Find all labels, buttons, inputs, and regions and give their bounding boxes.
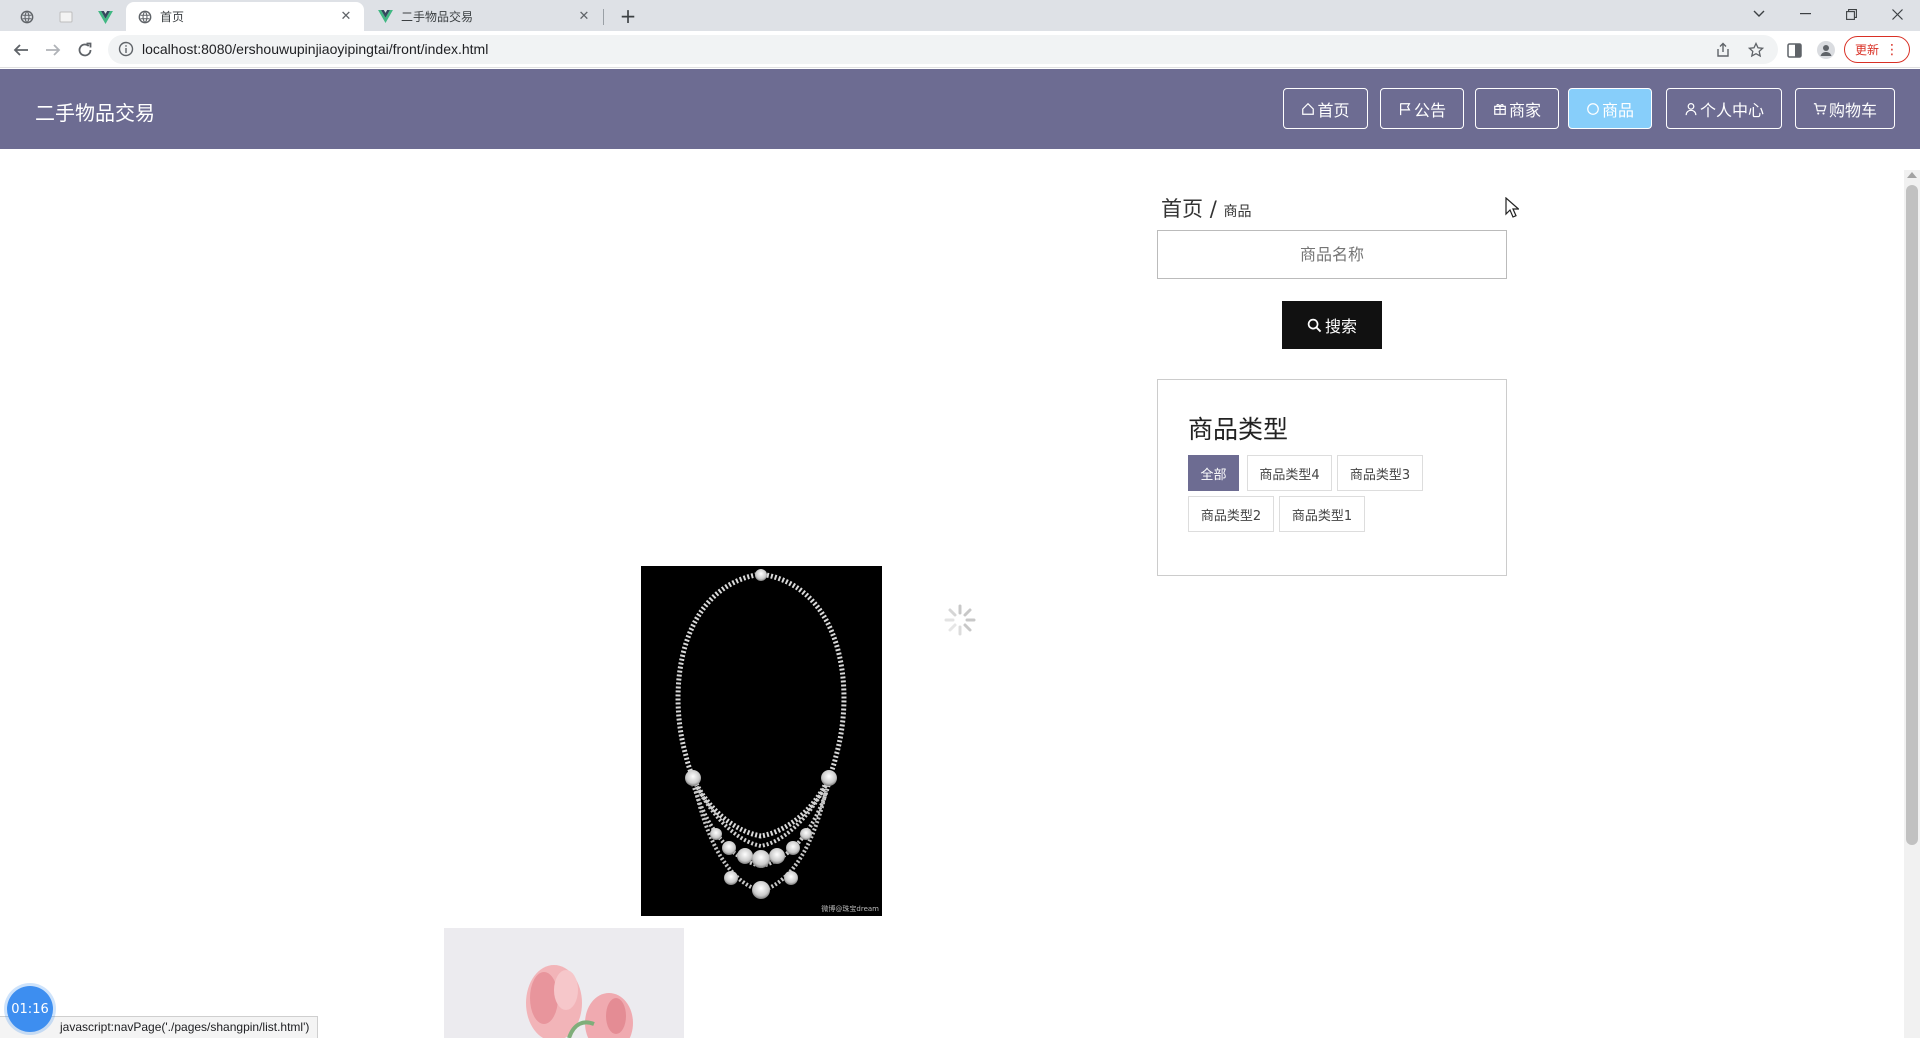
scroll-up-arrow-icon[interactable] (1907, 172, 1917, 178)
mouse-pointer-icon (1505, 197, 1519, 218)
category-chip-1[interactable]: 商品类型1 (1279, 496, 1365, 532)
tab-search-icon[interactable] (1736, 0, 1782, 28)
minimize-icon[interactable] (1782, 0, 1828, 28)
nav-profile[interactable]: 个人中心 (1666, 88, 1782, 129)
breadcrumb-current: 商品 (1223, 204, 1252, 220)
share-icon[interactable] (1713, 40, 1733, 60)
info-icon[interactable] (118, 41, 134, 57)
tab-secondhand[interactable]: 二手物品交易 ✕ (366, 2, 602, 31)
more-vert-icon: ⋮ (1885, 41, 1899, 58)
back-arrow-icon[interactable] (7, 36, 35, 64)
nav-label: 商家 (1508, 100, 1541, 120)
update-label: 更新 (1854, 43, 1879, 57)
nav-announcement[interactable]: 公告 (1380, 88, 1464, 129)
flag-icon (1399, 102, 1411, 115)
nav-goods[interactable]: 商品 (1568, 88, 1652, 129)
pinned-tab-blank[interactable] (50, 4, 82, 30)
site-title: 二手物品交易 (35, 101, 155, 125)
pinned-tab-vue[interactable] (89, 4, 121, 30)
category-title: 商品类型 (1188, 415, 1289, 444)
user-icon (1685, 102, 1697, 115)
new-tab-button[interactable]: + (614, 3, 642, 29)
browser-toolbar: localhost:8080/ershouwupinjiaoyipingtai/… (0, 31, 1920, 68)
tab-divider (603, 9, 604, 25)
product-image-roses[interactable] (444, 928, 684, 1038)
bookmark-star-icon[interactable] (1746, 40, 1766, 60)
breadcrumb-separator: / (1209, 197, 1217, 221)
nav-home[interactable]: 首页 (1283, 88, 1368, 129)
category-chip-all[interactable]: 全部 (1188, 455, 1239, 491)
nav-cart[interactable]: 购物车 (1795, 88, 1895, 129)
pinned-tab-globe[interactable] (11, 4, 43, 30)
tab-title: 首页 (160, 10, 185, 24)
nav-label: 个人中心 (1699, 100, 1764, 120)
nav-label: 购物车 (1828, 100, 1877, 120)
close-icon[interactable]: ✕ (576, 9, 592, 24)
category-chip-4[interactable]: 商品类型4 (1247, 455, 1332, 491)
necklace-picture (675, 569, 847, 899)
search-icon (1307, 318, 1322, 332)
breadcrumb-root[interactable]: 首页 (1161, 197, 1203, 221)
cart-icon (1813, 102, 1827, 115)
search-button[interactable]: 搜索 (1282, 301, 1382, 349)
circle-icon (1587, 102, 1599, 115)
side-panel-icon[interactable] (1784, 40, 1804, 60)
address-bar[interactable]: localhost:8080/ershouwupinjiaoyipingtai/… (108, 35, 1778, 64)
roses-picture (526, 965, 633, 1038)
profile-avatar-icon[interactable] (1816, 40, 1836, 60)
home-icon (1302, 102, 1315, 115)
vue-icon (97, 10, 113, 24)
site-header: 二手物品交易 首页 公告 商家 商品 个人中心 购物车 (0, 69, 1920, 149)
search-button-label: 搜索 (1324, 317, 1357, 336)
category-chip-2[interactable]: 商品类型2 (1188, 496, 1274, 532)
scrollbar-thumb[interactable] (1906, 185, 1918, 845)
vue-icon (378, 10, 393, 23)
tab-title: 二手物品交易 (401, 10, 474, 24)
update-button[interactable]: 更新 ⋮ (1844, 36, 1910, 63)
url-text: localhost:8080/ershouwupinjiaoyipingtai/… (142, 41, 489, 57)
nav-merchant[interactable]: 商家 (1475, 88, 1559, 129)
loading-spinner-icon (944, 604, 976, 636)
breadcrumb: 首页 / 商品 (1161, 193, 1251, 223)
close-icon[interactable]: ✕ (338, 9, 354, 24)
nav-label: 首页 (1317, 100, 1350, 120)
browser-tab-bar: 首页 ✕ 二手物品交易 ✕ + (0, 0, 1920, 31)
nav-label: 公告 (1413, 100, 1446, 120)
window-close-icon[interactable] (1874, 0, 1920, 28)
globe-icon (138, 10, 152, 23)
recording-timer-badge[interactable]: 01:16 (7, 986, 53, 1032)
category-filter-panel: 商品类型 全部 商品类型4 商品类型3 商品类型2 商品类型1 (1157, 379, 1507, 576)
page-icon (59, 11, 73, 23)
globe-icon (20, 10, 34, 24)
nav-label: 商品 (1601, 100, 1634, 120)
category-chip-3[interactable]: 商品类型3 (1337, 455, 1423, 491)
product-image-necklace[interactable]: 微博@珠宝dream (641, 566, 882, 916)
forward-arrow-icon[interactable] (39, 36, 67, 64)
gift-icon (1494, 103, 1506, 115)
reload-icon[interactable] (71, 36, 99, 64)
image-watermark: 微博@珠宝dream (821, 905, 879, 913)
product-name-search-input[interactable] (1157, 230, 1507, 279)
restore-icon[interactable] (1828, 0, 1874, 28)
tab-home[interactable]: 首页 ✕ (126, 2, 364, 31)
